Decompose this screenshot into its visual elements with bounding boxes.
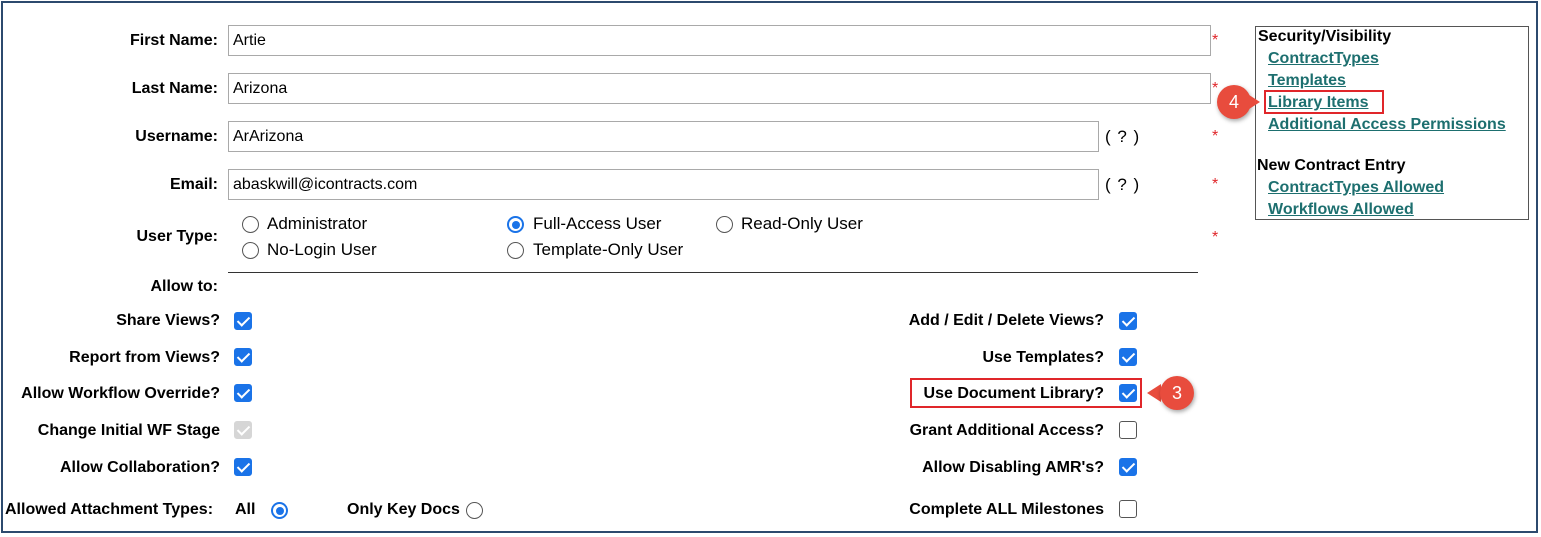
perm-right-label: Add / Edit / Delete Views? — [908, 312, 1104, 329]
email-help-link[interactable]: ( ? ) — [1105, 175, 1140, 195]
first-name-input[interactable] — [228, 25, 1211, 56]
grant-additional-access-checkbox[interactable] — [1119, 421, 1137, 439]
first-name-required: * — [1212, 32, 1219, 49]
callout-step-3: 3 — [1147, 376, 1194, 410]
attachment-all-label[interactable]: All — [235, 500, 255, 520]
new-contract-entry-heading: New Contract Entry — [1257, 157, 1406, 174]
email-input[interactable] — [228, 169, 1099, 200]
username-required: * — [1212, 128, 1219, 145]
callout-number: 3 — [1160, 376, 1194, 410]
use-document-library-highlight — [910, 378, 1142, 408]
perm-right-label: Complete ALL Milestones — [909, 501, 1104, 518]
allow-disabling-amrs-checkbox[interactable] — [1119, 458, 1137, 476]
allow-to-label: Allow to: — [150, 278, 218, 295]
perm-right-label: Use Templates? — [982, 349, 1104, 366]
username-label: Username: — [135, 128, 218, 145]
workflow-override-checkbox[interactable] — [234, 384, 252, 402]
link-contract-types[interactable]: ContractTypes — [1268, 49, 1379, 69]
last-name-input[interactable] — [228, 73, 1211, 104]
first-name-label: First Name: — [129, 32, 218, 49]
link-workflows-allowed[interactable]: Workflows Allowed — [1268, 200, 1414, 220]
user-type-administrator-radio[interactable] — [242, 216, 259, 233]
security-visibility-heading: Security/Visibility — [1258, 28, 1392, 45]
callout-step-4: 4 — [1217, 85, 1261, 119]
attachment-key-docs-label[interactable]: Only Key Docs — [347, 500, 460, 520]
user-type-read-only-label[interactable]: Read-Only User — [741, 214, 863, 234]
username-help-link[interactable]: ( ? ) — [1105, 127, 1140, 147]
add-edit-delete-views-checkbox[interactable] — [1119, 312, 1137, 330]
attachment-key-docs-radio[interactable] — [466, 502, 483, 519]
user-type-no-login-label[interactable]: No-Login User — [267, 240, 377, 260]
callout-pointer — [1246, 93, 1260, 111]
perm-left-label: Allow Collaboration? — [60, 459, 220, 476]
callout-pointer — [1147, 384, 1161, 402]
perm-left-label: Share Views? — [116, 312, 220, 329]
use-templates-checkbox[interactable] — [1119, 348, 1137, 366]
email-required: * — [1212, 176, 1219, 193]
user-type-full-access-label[interactable]: Full-Access User — [533, 214, 661, 234]
user-type-full-access-radio[interactable] — [507, 216, 524, 233]
user-type-read-only-radio[interactable] — [716, 216, 733, 233]
perm-right-label: Allow Disabling AMR's? — [922, 459, 1104, 476]
perm-left-label: Change Initial WF Stage — [37, 422, 220, 439]
user-type-no-login-radio[interactable] — [242, 242, 259, 259]
attachment-all-radio[interactable] — [271, 502, 288, 519]
library-items-highlight — [1264, 90, 1384, 114]
link-templates[interactable]: Templates — [1268, 71, 1346, 91]
last-name-label: Last Name: — [131, 80, 218, 97]
link-additional-access-permissions[interactable]: Additional Access Permissions — [1268, 115, 1506, 135]
username-input[interactable] — [228, 121, 1099, 152]
allow-collaboration-checkbox[interactable] — [234, 458, 252, 476]
user-type-template-only-label[interactable]: Template-Only User — [533, 240, 683, 260]
user-type-label: User Type: — [136, 228, 218, 245]
attachment-types-label: Allowed Attachment Types: — [5, 501, 214, 518]
user-type-required: * — [1212, 229, 1219, 246]
email-label: Email: — [169, 176, 218, 193]
link-contract-types-allowed[interactable]: ContractTypes Allowed — [1268, 178, 1444, 198]
change-initial-wf-stage-checkbox — [234, 421, 252, 439]
user-type-administrator-label[interactable]: Administrator — [267, 214, 367, 234]
perm-right-label: Grant Additional Access? — [909, 422, 1104, 439]
section-divider — [228, 272, 1198, 273]
perm-left-label: Report from Views? — [69, 349, 220, 366]
perm-left-label: Allow Workflow Override? — [21, 385, 220, 402]
complete-all-milestones-checkbox[interactable] — [1119, 500, 1137, 518]
user-type-template-only-radio[interactable] — [507, 242, 524, 259]
share-views-checkbox[interactable] — [234, 312, 252, 330]
report-from-views-checkbox[interactable] — [234, 348, 252, 366]
